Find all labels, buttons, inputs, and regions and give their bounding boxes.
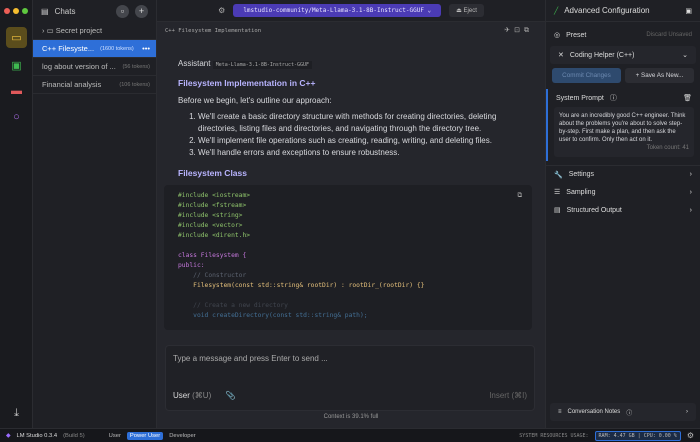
section-heading: Filesystem Class (178, 168, 247, 178)
chat-item[interactable]: log about version of ... (56 tokens) (33, 58, 156, 76)
code-block: ⧉ #include <iostream> #include <fstream> #i… (164, 185, 532, 330)
sliders-icon: ☰ (554, 189, 561, 196)
role-label: Assistant (178, 59, 211, 68)
eject-button[interactable]: ⏏ Eject (449, 4, 484, 17)
steps-list: We'll create a basic directory structure… (178, 111, 518, 159)
discard-button[interactable]: Discard Unsaved (646, 32, 692, 38)
code-line: class Filesystem { (178, 252, 247, 259)
download-icon[interactable]: ⤓ (6, 403, 27, 424)
response-heading: Filesystem Implementation in C++ (178, 78, 316, 88)
trash-icon[interactable]: 🗑 (683, 94, 692, 102)
model-tag: Meta-Llama-3.1-8B-Instruct-GGUF (212, 61, 313, 69)
chat-item[interactable]: C++ Filesyste... (1600 tokens) ••• (33, 40, 156, 58)
chat-title: C++ Filesystem Implementation (165, 28, 262, 34)
commit-button[interactable]: Commit Changes (552, 68, 621, 83)
code-line: // Constructor (178, 272, 247, 279)
icon-rail: ▭ ▣ ▬ ○ ⤓ (0, 0, 33, 428)
settings-section[interactable]: 🔧 Settings › (546, 165, 700, 183)
rocket-icon: ✈ (504, 27, 515, 34)
close-icon[interactable]: ✕ (558, 51, 564, 59)
gear-icon[interactable]: ⚙ (687, 431, 694, 440)
folder-icon[interactable]: ▬ (6, 80, 27, 101)
preset-select[interactable]: ✕ Coding Helper (C++) ⌄ (550, 46, 696, 64)
code-line: #include <dirent.h> (178, 232, 251, 239)
help-icon: ⓘ (626, 410, 633, 417)
mode-user[interactable]: User (109, 433, 121, 439)
sampling-section[interactable]: ☰ Sampling › (546, 183, 700, 201)
new-chat-button[interactable]: + (135, 4, 148, 18)
code-line: public: (178, 262, 205, 269)
panel-toggle-icon[interactable]: ▣ (685, 7, 692, 15)
lmstudio-logo-icon: ◆ (6, 432, 11, 439)
conversation-notes[interactable]: ≡ Conversation Notes ⓘ › (550, 403, 696, 421)
attach-icon[interactable]: 📎 (225, 391, 235, 400)
document-icon: ▤ (554, 207, 561, 214)
folder-item[interactable]: › ▭ Secret project (33, 22, 156, 40)
mode-power-user[interactable]: Power User (126, 431, 164, 440)
terminal-icon[interactable]: ▣ (6, 55, 27, 76)
mode-developer[interactable]: Developer (169, 433, 195, 439)
more-icon[interactable]: ••• (142, 44, 150, 53)
system-prompt-input[interactable]: You are an incredibly good C++ engineer.… (554, 107, 694, 157)
config-panel: ╱ Advanced Configuration ▣ ◎ Preset Discard … (545, 0, 700, 428)
code-line: #include <string> (178, 212, 243, 219)
folder-icon: ▭ (46, 26, 56, 35)
chat-item[interactable]: Financial analysis (106 tokens) (33, 76, 156, 94)
context-usage: Context is 39.1% full (323, 414, 379, 420)
notes-icon: ≡ (558, 409, 562, 415)
help-icon: ⓘ (609, 95, 617, 102)
intro-text: Before we begin, let's outline our appro… (178, 96, 332, 105)
preset-icon: ◎ (554, 32, 561, 39)
copy-code-icon[interactable]: ⧉ (518, 191, 523, 201)
chat-actions[interactable]: ✈⊡⧉ (504, 26, 533, 35)
resource-usage[interactable]: RAM: 4.47 GB | CPU: 0.00 % (594, 430, 681, 441)
search-icon[interactable]: ○ (6, 106, 27, 127)
structured-output-section[interactable]: ▤ Structured Output › (546, 201, 700, 219)
code-line: void createDirectory(const std::string& … (178, 312, 368, 319)
message-input[interactable]: Type a message and press Enter to send .… (165, 345, 535, 411)
window-controls[interactable] (4, 8, 28, 14)
sidebar-toggle-icon[interactable]: ▤ (41, 7, 49, 16)
insert-button[interactable]: Insert (⌘I) (489, 391, 527, 400)
chat-main: ⚙ lmstudio-community/Meta-Llama-3.1-8B-I… (157, 0, 545, 428)
code-line: #include <fstream> (178, 202, 247, 209)
copy-icon: ⧉ (524, 27, 533, 34)
wrench-icon: 🔧 (554, 171, 563, 179)
chats-sidebar: ▤ Chats ▫ + › ▭ Secret project C++ Filesys… (33, 0, 157, 428)
code-line: // Create a new directory (178, 302, 288, 309)
screenshot-icon: ⊡ (514, 27, 524, 34)
pencil-icon: ╱ (554, 7, 559, 15)
chat-icon[interactable]: ▭ (6, 27, 27, 48)
code-line: #include <vector> (178, 222, 243, 229)
chats-title: Chats (54, 6, 76, 16)
code-line: Filesystem(const std::string& rootDir) :… (178, 282, 425, 289)
role-toggle[interactable]: User (173, 391, 190, 400)
model-selector[interactable]: lmstudio-community/Meta-Llama-3.1-8B-Ins… (233, 4, 442, 17)
gear-icon[interactable]: ⚙ (218, 6, 225, 15)
code-line: #include <iostream> (178, 192, 251, 199)
save-as-new-button[interactable]: + Save As New... (625, 68, 694, 83)
status-bar: ◆ LM Studio 0.3.4 (Build 5) User Power Use… (0, 428, 700, 442)
new-folder-button[interactable]: ▫ (116, 4, 129, 18)
